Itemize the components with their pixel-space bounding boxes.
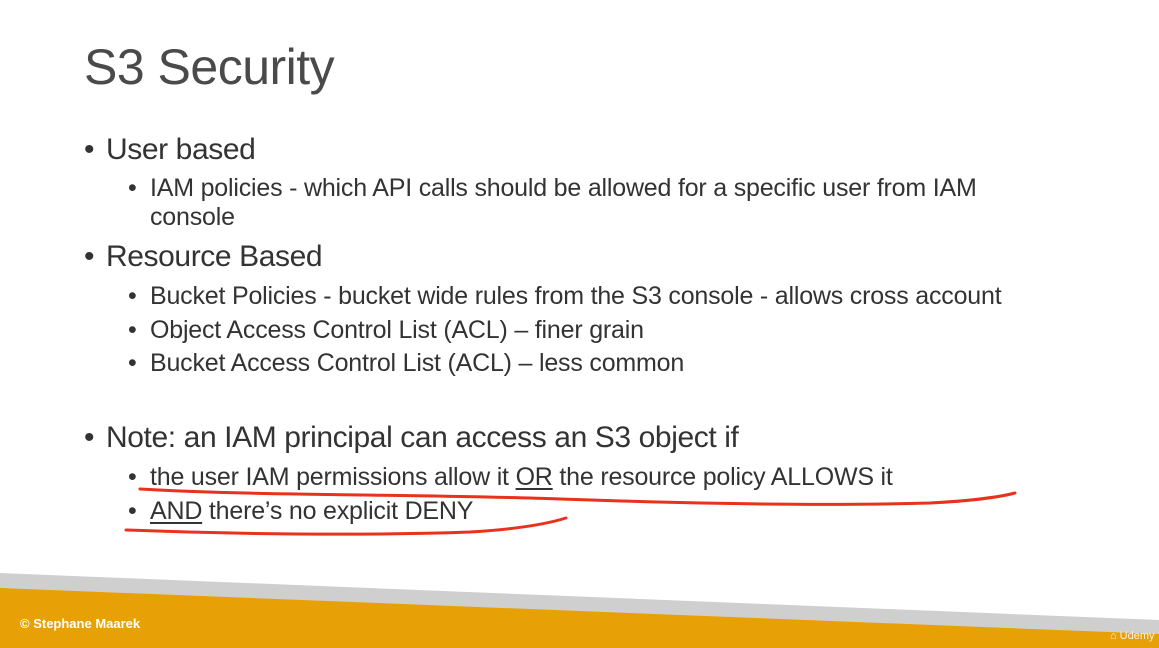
brand-text: Udemy bbox=[1119, 630, 1155, 642]
slide: S3 Security • User based • IAM policies - … bbox=[0, 0, 1159, 648]
footer-banner bbox=[0, 573, 1159, 648]
copyright-text: © Stephane Maarek bbox=[20, 616, 141, 631]
udemy-logo-icon: ⌂ bbox=[1110, 630, 1117, 642]
brand-watermark: ⌂ Udemy bbox=[1110, 630, 1155, 642]
